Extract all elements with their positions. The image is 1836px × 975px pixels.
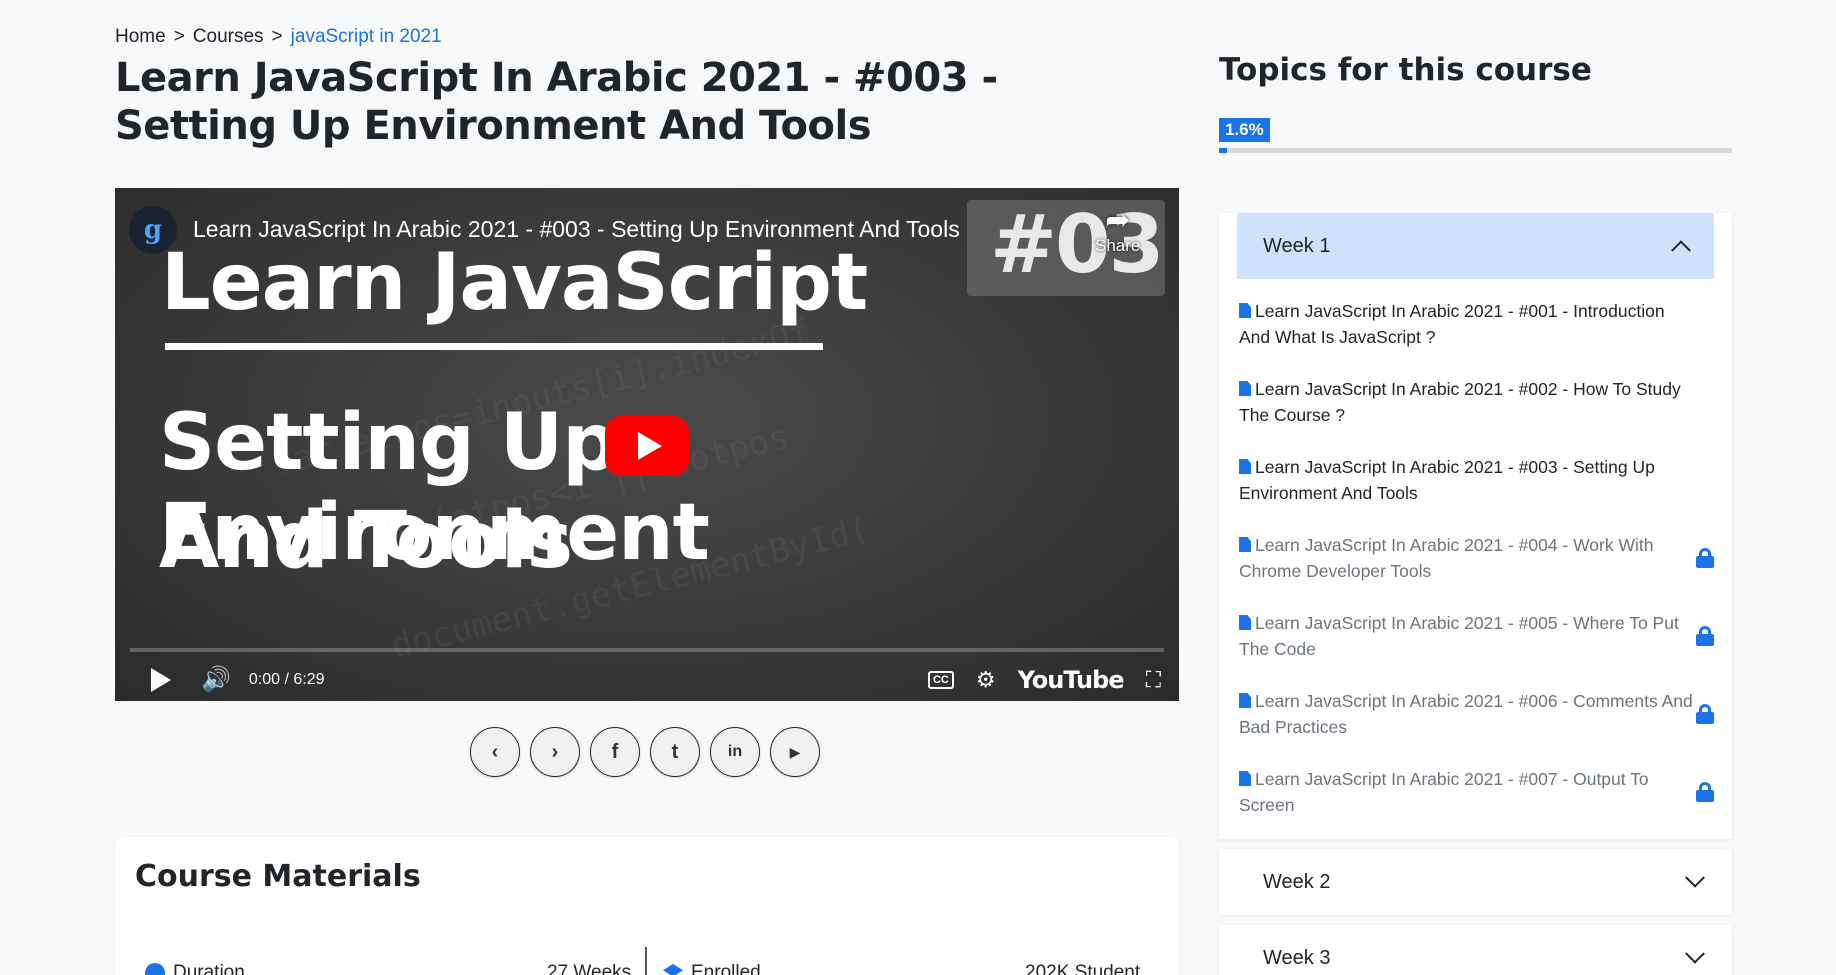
week-1-header[interactable]: Week 1 xyxy=(1237,213,1714,279)
lesson-title: Learn JavaScript In Arabic 2021 - #007 -… xyxy=(1239,766,1696,818)
share-label: Share xyxy=(1095,236,1141,255)
breadcrumb: Home > Courses > javaScript in 2021 xyxy=(115,26,442,48)
lesson-title: Learn JavaScript In Arabic 2021 - #006 -… xyxy=(1239,688,1696,740)
facebook-icon[interactable]: f xyxy=(590,727,640,777)
week-3-header[interactable]: Week 3 xyxy=(1219,925,1732,975)
week-2-header[interactable]: Week 2 xyxy=(1219,849,1732,915)
lesson-title: Learn JavaScript In Arabic 2021 - #002 -… xyxy=(1239,376,1699,428)
share-button[interactable]: ➦ Share xyxy=(1095,206,1140,256)
captions-icon[interactable]: CC xyxy=(927,670,954,689)
week-label: Week 2 xyxy=(1263,870,1331,893)
lock-icon xyxy=(1696,704,1715,724)
duration-value-text: 27 Weeks xyxy=(547,962,632,975)
week-1-lessons: Learn JavaScript In Arabic 2021 - #001 -… xyxy=(1219,279,1732,839)
course-progress-fill xyxy=(1219,148,1228,153)
enrolled-label: Enrolled xyxy=(691,962,761,975)
week-card: Week 1 Learn JavaScript In Arabic 2021 -… xyxy=(1219,213,1732,839)
page-title: Learn JavaScript In Arabic 2021 - #003 -… xyxy=(115,55,998,149)
course-materials-title: Course Materials xyxy=(135,859,421,894)
play-icon[interactable] xyxy=(151,667,171,692)
prev-icon[interactable]: ‹ xyxy=(470,727,520,777)
thumbnail-divider xyxy=(165,343,823,350)
week-card: Week 3 xyxy=(1219,925,1732,975)
document-icon xyxy=(1239,771,1251,786)
lesson-title: Learn JavaScript In Arabic 2021 - #003 -… xyxy=(1239,454,1699,506)
lesson-title-text: Learn JavaScript In Arabic 2021 - #001 -… xyxy=(1239,301,1665,347)
document-icon xyxy=(1239,615,1251,630)
next-icon[interactable]: › xyxy=(530,727,580,777)
breadcrumb-current[interactable]: javaScript in 2021 xyxy=(291,26,442,48)
lesson-title: Learn JavaScript In Arabic 2021 - #005 -… xyxy=(1239,610,1696,662)
weeks-accordion: Week 1 Learn JavaScript In Arabic 2021 -… xyxy=(1219,213,1732,975)
lesson-title-text: Learn JavaScript In Arabic 2021 - #002 -… xyxy=(1239,379,1681,425)
week-label: Week 1 xyxy=(1263,234,1331,257)
lock-icon xyxy=(1696,626,1715,646)
chevron-down-icon xyxy=(1685,943,1705,964)
video-player[interactable]: var atpos=inputs[i].indexOf if (atpos<1 … xyxy=(115,188,1179,701)
lesson-item[interactable]: Learn JavaScript In Arabic 2021 - #002 -… xyxy=(1239,363,1714,441)
document-icon xyxy=(1239,303,1251,318)
document-icon xyxy=(1239,537,1251,552)
course-materials-card: Course Materials Duration 27 Weeks Enrol… xyxy=(115,837,1179,975)
breadcrumb-separator: > xyxy=(271,26,283,47)
lesson-title-text: Learn JavaScript In Arabic 2021 - #006 -… xyxy=(1239,691,1693,737)
lock-icon xyxy=(1696,782,1715,802)
youtube-icon[interactable]: ▶ xyxy=(770,727,820,777)
lesson-item[interactable]: Learn JavaScript In Arabic 2021 - #001 -… xyxy=(1239,285,1714,363)
lesson-title-text: Learn JavaScript In Arabic 2021 - #007 -… xyxy=(1239,769,1649,815)
breadcrumb-courses[interactable]: Courses xyxy=(193,26,264,48)
document-icon xyxy=(1239,459,1251,474)
enrolled-row: Enrolled xyxy=(663,962,761,975)
linkedin-icon[interactable]: in xyxy=(710,727,760,777)
breadcrumb-home[interactable]: Home xyxy=(115,26,166,48)
topics-title: Topics for this course xyxy=(1219,52,1592,88)
enrolled-value-text: 202K Student xyxy=(1025,962,1141,975)
document-icon xyxy=(1239,693,1251,708)
enrolled-value: 202K Student xyxy=(1025,962,1140,975)
chevron-up-icon xyxy=(1671,240,1691,261)
video-time: 0:00 / 6:29 xyxy=(248,670,325,688)
lesson-title: Learn JavaScript In Arabic 2021 - #001 -… xyxy=(1239,298,1699,350)
document-icon xyxy=(1239,381,1251,396)
lesson-title: Learn JavaScript In Arabic 2021 - #004 -… xyxy=(1239,532,1696,584)
lesson-title-text: Learn JavaScript In Arabic 2021 - #005 -… xyxy=(1239,613,1679,659)
lesson-title-text: Learn JavaScript In Arabic 2021 - #003 -… xyxy=(1239,457,1655,503)
duration-value: 27 Weeks xyxy=(547,962,631,975)
lesson-item[interactable]: Learn JavaScript In Arabic 2021 - #007 -… xyxy=(1239,753,1715,831)
lesson-item[interactable]: Learn JavaScript In Arabic 2021 - #004 -… xyxy=(1239,519,1715,597)
week-card: Week 2 xyxy=(1219,849,1732,915)
settings-gear-icon[interactable]: ⚙ xyxy=(976,667,996,693)
video-progress-bar[interactable] xyxy=(130,648,1164,652)
duration-row: Duration xyxy=(145,962,245,975)
graduation-cap-icon xyxy=(663,964,683,975)
lock-icon xyxy=(1696,548,1715,568)
fullscreen-icon[interactable]: ⛶ xyxy=(1146,667,1161,693)
volume-icon[interactable]: 🔊 xyxy=(201,665,231,694)
lesson-item[interactable]: Learn JavaScript In Arabic 2021 - #005 -… xyxy=(1239,597,1715,675)
video-controls: 🔊 0:00 / 6:29 CC ⚙ YouTube ⛶ xyxy=(115,658,1179,701)
lesson-title-text: Learn JavaScript In Arabic 2021 - #004 -… xyxy=(1239,535,1654,581)
thumbnail-subheading: And Tools xyxy=(159,496,573,586)
share-icon: ➦ xyxy=(1105,204,1131,237)
thumbnail-heading: Learn JavaScript xyxy=(161,238,868,328)
clock-icon xyxy=(145,963,165,975)
twitter-icon[interactable]: t xyxy=(650,727,700,777)
youtube-play-button[interactable] xyxy=(605,416,689,476)
course-progress-bar xyxy=(1219,148,1732,153)
share-bar: ‹ › f t in ▶ xyxy=(470,727,820,777)
lesson-item[interactable]: Learn JavaScript In Arabic 2021 - #006 -… xyxy=(1239,675,1715,753)
chevron-down-icon xyxy=(1685,867,1705,888)
week-label: Week 3 xyxy=(1263,946,1331,969)
youtube-logo[interactable]: YouTube xyxy=(1018,666,1125,694)
divider xyxy=(645,947,647,975)
breadcrumb-separator: > xyxy=(173,26,185,47)
duration-label: Duration xyxy=(173,962,245,975)
course-progress-label: 1.6% xyxy=(1219,118,1270,142)
lesson-item[interactable]: Learn JavaScript In Arabic 2021 - #003 -… xyxy=(1239,441,1714,519)
